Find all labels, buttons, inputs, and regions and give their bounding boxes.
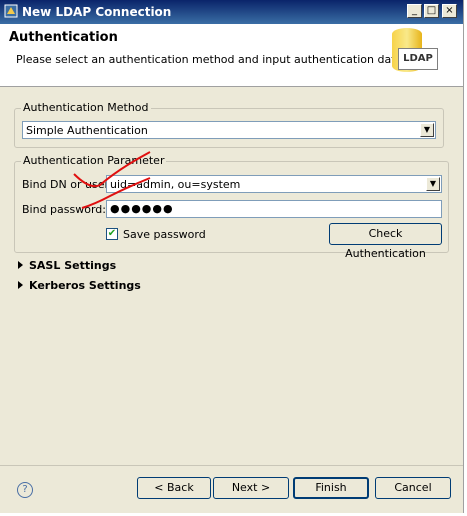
sasl-settings-label: SASL Settings [29,259,117,272]
page-title: Authentication [9,30,118,45]
auth-param-legend: Authentication Parameter [21,154,167,167]
wizard-footer: ? < Back Next > Finish Cancel [0,465,463,513]
close-button[interactable]: × [442,4,457,18]
maximize-button[interactable]: □ [424,4,439,18]
save-password-checkbox[interactable]: ✔ [106,228,118,240]
dialog-window: New LDAP Connection _ □ × Authentication… [0,0,464,513]
bind-dn-select[interactable]: uid=admin, ou=system ▼ [106,175,442,193]
bind-dn-label: Bind DN or user: [22,178,113,191]
ldap-logo-text: LDAP [398,48,438,70]
sasl-settings-expander[interactable]: SASL Settings [18,259,116,272]
chevron-down-icon[interactable]: ▼ [420,123,434,137]
wizard-body: Authentication Method Simple Authenticat… [0,87,463,465]
bind-password-label: Bind password: [22,203,106,216]
auth-method-group: Authentication Method Simple Authenticat… [14,101,444,148]
bind-password-field[interactable]: ●●●●●● [106,200,442,218]
chevron-right-icon [18,281,23,289]
kerberos-settings-label: Kerberos Settings [29,279,141,292]
title-bar: New LDAP Connection _ □ × [0,0,463,24]
auth-method-value: Simple Authentication [26,124,148,137]
kerberos-settings-expander[interactable]: Kerberos Settings [18,279,141,292]
next-button[interactable]: Next > [213,477,289,499]
ldap-logo-icon: LDAP [388,28,446,80]
check-authentication-button[interactable]: Check Authentication [329,223,442,260]
chevron-down-icon[interactable]: ▼ [426,177,440,191]
save-password-label: Save password [123,228,206,241]
auth-method-legend: Authentication Method [21,101,151,114]
bind-dn-value: uid=admin, ou=system [110,178,241,191]
page-description: Please select an authentication method a… [16,53,406,66]
auth-param-group: Authentication Parameter Bind DN or user… [14,154,449,260]
cancel-button[interactable]: Cancel [375,477,451,499]
back-button[interactable]: < Back [137,477,211,499]
window-title: New LDAP Connection [22,5,172,19]
chevron-right-icon [18,261,23,269]
wizard-header: Authentication Please select an authenti… [0,24,463,87]
help-icon[interactable]: ? [17,482,33,498]
app-icon [4,4,18,18]
auth-method-select[interactable]: Simple Authentication ▼ [22,121,436,139]
minimize-button[interactable]: _ [407,4,422,18]
finish-button[interactable]: Finish [293,477,369,499]
bind-password-value: ●●●●●● [110,202,174,215]
